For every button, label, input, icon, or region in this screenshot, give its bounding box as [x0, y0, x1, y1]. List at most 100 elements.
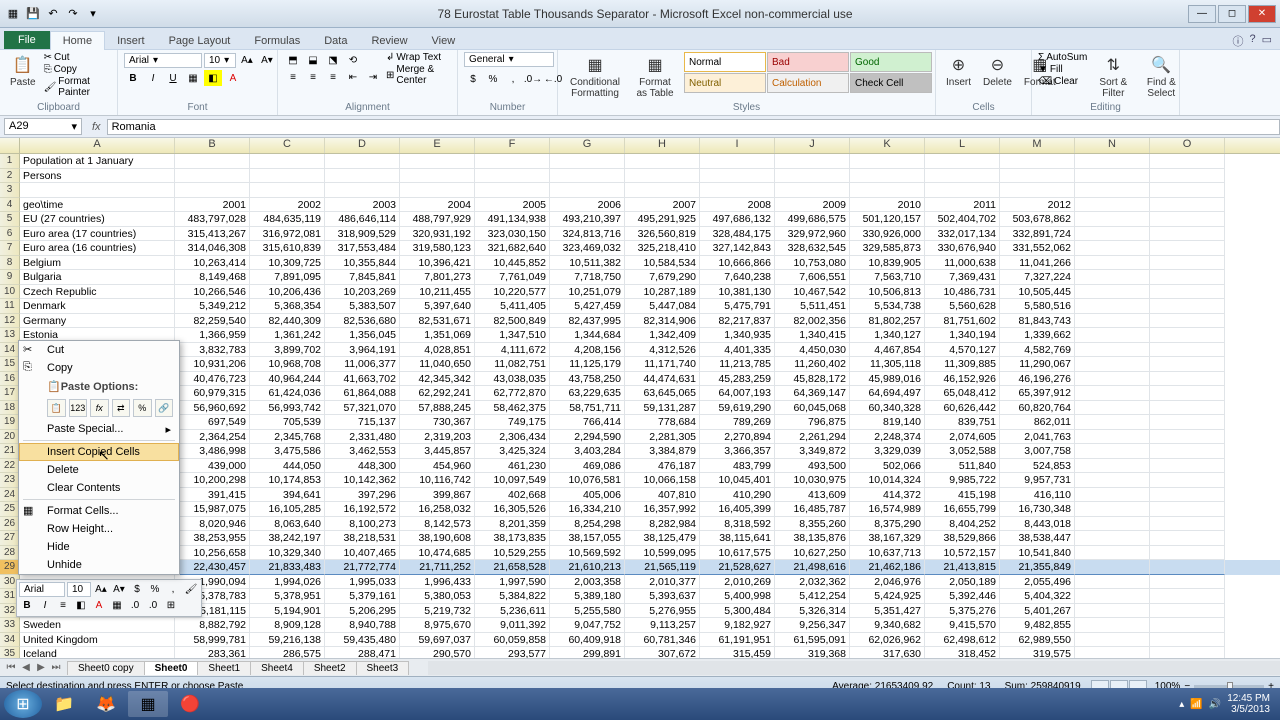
cell[interactable]: 60,626,442 — [925, 401, 1000, 416]
cell[interactable]: 5,383,507 — [325, 299, 400, 314]
style-good[interactable]: Good — [850, 52, 932, 72]
cell[interactable]: 5,475,791 — [700, 299, 775, 314]
cell[interactable]: 38,529,866 — [925, 531, 1000, 546]
mini-bold[interactable]: B — [19, 598, 35, 613]
cut-button[interactable]: ✂Cut — [44, 52, 111, 63]
cell[interactable]: 493,500 — [775, 459, 850, 474]
select-all-corner[interactable] — [0, 138, 20, 153]
cell[interactable]: 11,171,740 — [625, 357, 700, 372]
cell[interactable]: 5,411,405 — [475, 299, 550, 314]
cell[interactable]: 484,635,119 — [250, 212, 325, 227]
row-header[interactable]: 14 — [0, 343, 20, 358]
cell[interactable]: 5,194,901 — [250, 604, 325, 619]
cell[interactable]: 9,985,722 — [925, 473, 1000, 488]
cell[interactable]: 7,606,551 — [775, 270, 850, 285]
cell[interactable]: 61,424,036 — [250, 386, 325, 401]
cell[interactable]: 21,610,213 — [550, 560, 625, 575]
cell[interactable]: 10,203,269 — [325, 285, 400, 300]
cell[interactable]: 5,276,955 — [625, 604, 700, 619]
cell[interactable]: 330,926,000 — [850, 227, 925, 242]
cell[interactable]: 493,210,397 — [550, 212, 625, 227]
cell[interactable]: 8,940,788 — [325, 618, 400, 633]
cell[interactable] — [1075, 647, 1150, 658]
cell[interactable] — [475, 169, 550, 184]
row-header[interactable]: 6 — [0, 227, 20, 242]
cell[interactable] — [1075, 401, 1150, 416]
cell[interactable]: 2003 — [325, 198, 400, 213]
cell[interactable]: 2002 — [250, 198, 325, 213]
indent-increase-button[interactable]: ⇥ — [364, 69, 382, 85]
cell[interactable]: 1,340,127 — [850, 328, 925, 343]
cell[interactable] — [550, 154, 625, 169]
column-header-L[interactable]: L — [925, 138, 1000, 153]
font-color-button[interactable]: A — [224, 70, 242, 86]
cell[interactable] — [1150, 488, 1225, 503]
cell[interactable]: 511,840 — [925, 459, 1000, 474]
cell[interactable]: 11,125,179 — [550, 357, 625, 372]
cell[interactable]: 16,334,210 — [550, 502, 625, 517]
cell[interactable]: 10,174,853 — [250, 473, 325, 488]
column-header-C[interactable]: C — [250, 138, 325, 153]
cell[interactable] — [475, 183, 550, 198]
cell[interactable]: 46,152,926 — [925, 372, 1000, 387]
cell[interactable]: 11,000,638 — [925, 256, 1000, 271]
ctx-cut[interactable]: ✂Cut — [19, 341, 179, 359]
font-size-dropdown[interactable]: 10▾ — [204, 53, 236, 68]
cell[interactable] — [1075, 589, 1150, 604]
cell[interactable] — [1075, 198, 1150, 213]
cell[interactable]: 2,055,496 — [1000, 575, 1075, 590]
cell[interactable]: 293,577 — [475, 647, 550, 658]
sheet-tab[interactable]: Sheet0 — [144, 661, 199, 675]
cell[interactable]: 82,259,540 — [175, 314, 250, 329]
cell[interactable]: 9,113,257 — [625, 618, 700, 633]
cell[interactable]: 488,797,929 — [400, 212, 475, 227]
sort-filter-button[interactable]: ⇅Sort & Filter — [1091, 52, 1135, 101]
row-header[interactable]: 15 — [0, 357, 20, 372]
cell[interactable]: 319,580,123 — [400, 241, 475, 256]
cell[interactable]: 38,253,955 — [175, 531, 250, 546]
cell[interactable]: 41,663,702 — [325, 372, 400, 387]
cell[interactable]: Euro area (16 countries) — [20, 241, 175, 256]
row-header[interactable]: 28 — [0, 546, 20, 561]
row-header[interactable]: 1 — [0, 154, 20, 169]
cell[interactable]: 7,761,049 — [475, 270, 550, 285]
cell[interactable] — [1150, 314, 1225, 329]
cell[interactable]: 286,575 — [250, 647, 325, 658]
cell[interactable] — [20, 183, 175, 198]
close-button[interactable]: ✕ — [1248, 5, 1276, 23]
cell[interactable]: 319,368 — [775, 647, 850, 658]
style-calculation[interactable]: Calculation — [767, 73, 849, 93]
cell[interactable]: 7,679,290 — [625, 270, 700, 285]
cell[interactable]: 61,595,091 — [775, 633, 850, 648]
cell[interactable]: 38,218,531 — [325, 531, 400, 546]
cell[interactable]: 2008 — [700, 198, 775, 213]
cell[interactable] — [850, 183, 925, 198]
cell[interactable]: 21,833,483 — [250, 560, 325, 575]
cell[interactable]: 10,506,813 — [850, 285, 925, 300]
row-header[interactable]: 33 — [0, 618, 20, 633]
cell[interactable]: 10,256,658 — [175, 546, 250, 561]
cell[interactable]: 3,832,783 — [175, 343, 250, 358]
cell[interactable] — [1150, 618, 1225, 633]
align-top-button[interactable]: ⬒ — [284, 52, 302, 68]
cell[interactable]: 58,751,711 — [550, 401, 625, 416]
cell[interactable] — [1075, 328, 1150, 343]
cell[interactable]: 44,474,631 — [625, 372, 700, 387]
mini-comma[interactable]: , — [165, 582, 181, 597]
cell[interactable]: 3,366,357 — [700, 444, 775, 459]
cell[interactable]: 81,751,602 — [925, 314, 1000, 329]
cell[interactable]: 60,059,858 — [475, 633, 550, 648]
cell[interactable]: 81,802,257 — [850, 314, 925, 329]
ctx-unhide[interactable]: Unhide — [19, 556, 179, 574]
cell[interactable] — [850, 169, 925, 184]
cell[interactable]: 2,281,305 — [625, 430, 700, 445]
cell[interactable]: 21,498,616 — [775, 560, 850, 575]
cell[interactable] — [700, 169, 775, 184]
cell[interactable] — [1150, 589, 1225, 604]
cell[interactable]: 43,038,035 — [475, 372, 550, 387]
font-name-dropdown[interactable]: Arial▾ — [124, 53, 202, 68]
cell[interactable]: 7,891,095 — [250, 270, 325, 285]
cell[interactable]: 9,011,392 — [475, 618, 550, 633]
cell[interactable]: 16,485,787 — [775, 502, 850, 517]
cell[interactable]: 5,375,276 — [925, 604, 1000, 619]
